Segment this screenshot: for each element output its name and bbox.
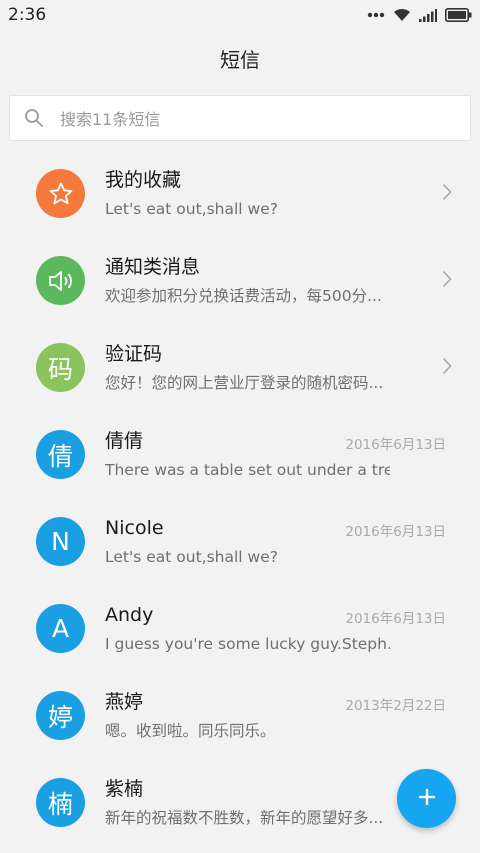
avatar: 楠 [36, 778, 85, 827]
search-input[interactable]: 搜索11条短信 [9, 95, 471, 141]
status-icons [367, 8, 472, 22]
contact-name: 我的收藏 [105, 168, 182, 191]
contact-name: 验证码 [105, 342, 163, 365]
conversation-content: 验证码您好！您的网上营业厅登录的随机密码... [105, 342, 480, 394]
message-preview: 新年的祝福数不胜数，新年的愿望好多... [105, 808, 384, 827]
signal-icon [419, 8, 437, 22]
conversation-content: 通知类消息欢迎参加积分兑换话费活动，每500分... [105, 255, 480, 307]
avatar [36, 169, 85, 218]
avatar: 码 [36, 343, 85, 392]
conversation-list: 我的收藏 Let's eat out,shall we? 通知类消息欢迎参加积分兑换… [0, 150, 480, 846]
plus-icon [417, 787, 437, 811]
message-date: 2016年6月13日 [345, 437, 446, 453]
status-bar: 2:36 [0, 0, 480, 30]
message-preview: 欢迎参加积分兑换话费活动，每500分... [105, 286, 382, 305]
message-preview: Let's eat out,shall we? [105, 547, 278, 566]
chevron-right-icon [442, 270, 452, 292]
page-title: 短信 [220, 47, 260, 72]
conversation-item[interactable]: 倩倩倩 There was a table set out under a tre… [0, 411, 480, 498]
message-preview: 嗯。收到啦。同乐同乐。 [105, 721, 276, 740]
avatar: 婷 [36, 691, 85, 740]
search-placeholder: 搜索11条短信 [60, 110, 161, 129]
star-icon [48, 181, 74, 207]
search-icon [24, 108, 44, 128]
conversation-item[interactable]: 我的收藏 Let's eat out,shall we? [0, 150, 480, 237]
avatar: N [36, 517, 85, 566]
new-message-button[interactable] [397, 769, 456, 828]
conversation-content: 我的收藏 Let's eat out,shall we? [105, 168, 480, 220]
message-date: 2016年6月13日 [345, 524, 446, 540]
status-time: 2:36 [8, 5, 47, 25]
conversation-item[interactable]: 码验证码您好！您的网上营业厅登录的随机密码... [0, 324, 480, 411]
more-dots-icon [367, 12, 385, 18]
conversation-item[interactable]: 通知类消息欢迎参加积分兑换话费活动，每500分... [0, 237, 480, 324]
message-date: 2013年2月22日 [345, 698, 446, 714]
conversation-item[interactable]: 婷燕婷 嗯。收到啦。同乐同乐。 2013年2月22日 [0, 672, 480, 759]
avatar [36, 256, 85, 305]
chevron-right-icon [442, 357, 452, 379]
conversation-item[interactable]: A Andy I guess you're some lucky guy.Steph… [0, 585, 480, 672]
speaker-icon [47, 268, 75, 294]
message-preview: I guess you're some lucky guy.Steph... [105, 634, 390, 653]
message-preview: Let's eat out,shall we? [105, 199, 278, 218]
message-preview: 您好！您的网上营业厅登录的随机密码... [105, 373, 384, 392]
chevron-right-icon [442, 183, 452, 205]
avatar: A [36, 604, 85, 653]
contact-name: 通知类消息 [105, 255, 201, 278]
title-bar: 短信 [0, 30, 480, 86]
wifi-icon [393, 8, 411, 22]
message-preview: There was a table set out under a tre... [105, 460, 390, 479]
conversation-item[interactable]: N Nicole Let's eat out,shall we? 2016年6月13日 [0, 498, 480, 585]
avatar: 倩 [36, 430, 85, 479]
message-date: 2016年6月13日 [345, 611, 446, 627]
battery-icon [445, 8, 472, 22]
